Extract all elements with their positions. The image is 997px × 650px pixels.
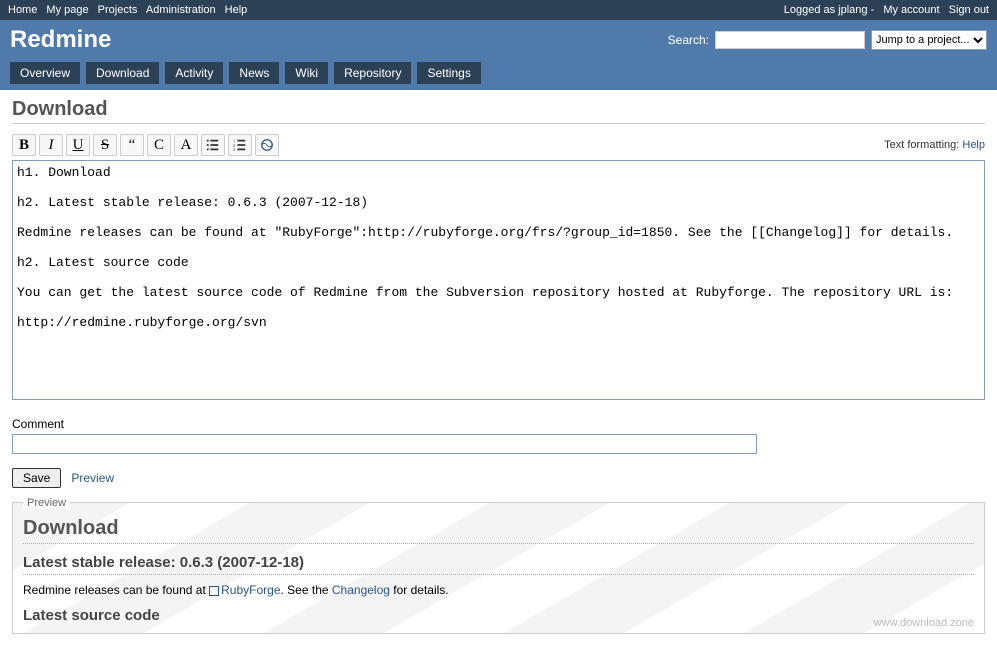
nav-administration[interactable]: Administration	[146, 4, 216, 16]
wiki-editor[interactable]: h1. Download h2. Latest stable release: …	[12, 160, 985, 400]
preview-link[interactable]: Preview	[71, 471, 114, 485]
content: Download B I U S “ C A 123 Text formatti…	[0, 90, 997, 642]
nav-projects[interactable]: Projects	[98, 4, 138, 16]
nav-my-account[interactable]: My account	[883, 4, 939, 16]
rubyforge-link[interactable]: RubyForge	[221, 583, 280, 597]
svg-text:3: 3	[233, 147, 236, 152]
unordered-list-button[interactable]	[201, 134, 225, 156]
page-title: Download	[12, 98, 985, 124]
preview-paragraph: Redmine releases can be found at RubyFor…	[23, 583, 974, 597]
changelog-link[interactable]: Changelog	[332, 583, 390, 597]
tab-download[interactable]: Download	[86, 62, 159, 84]
main-menu: Overview Download Activity News Wiki Rep…	[0, 62, 997, 90]
jump-project-select[interactable]: Jump to a project...	[871, 30, 987, 50]
save-button[interactable]: Save	[12, 468, 61, 488]
editor-toolbar: B I U S “ C A 123	[12, 134, 279, 156]
preview-h1: Download	[23, 517, 974, 544]
preview-legend: Preview	[23, 497, 70, 509]
font-button[interactable]: A	[174, 134, 198, 156]
link-button[interactable]	[255, 134, 279, 156]
preview-box: Preview Download Latest stable release: …	[12, 502, 985, 634]
help-link[interactable]: Help	[962, 139, 985, 151]
italic-button[interactable]: I	[39, 134, 63, 156]
logged-as: Logged as jplang -	[784, 4, 875, 16]
bold-button[interactable]: B	[12, 134, 36, 156]
tab-overview[interactable]: Overview	[10, 62, 80, 84]
nav-help[interactable]: Help	[225, 4, 248, 16]
formatting-label: Text formatting:	[884, 139, 959, 151]
quote-button[interactable]: “	[120, 134, 144, 156]
tab-news[interactable]: News	[229, 62, 279, 84]
external-link-icon	[209, 586, 219, 596]
tab-activity[interactable]: Activity	[165, 62, 223, 84]
tab-repository[interactable]: Repository	[334, 62, 411, 84]
underline-button[interactable]: U	[66, 134, 90, 156]
ordered-list-button[interactable]: 123	[228, 134, 252, 156]
nav-home[interactable]: Home	[8, 4, 37, 16]
search-input[interactable]	[715, 31, 865, 49]
header: Redmine Search: Jump to a project...	[0, 20, 997, 62]
code-button[interactable]: C	[147, 134, 171, 156]
nav-my-page[interactable]: My page	[46, 4, 88, 16]
watermark: www.download.zone	[874, 617, 974, 629]
preview-h2-source: Latest source code	[23, 607, 974, 627]
preview-h2-release: Latest stable release: 0.6.3 (2007-12-18…	[23, 554, 974, 575]
tab-wiki[interactable]: Wiki	[285, 62, 328, 84]
comment-label: Comment	[12, 417, 985, 431]
search-label: Search:	[668, 33, 709, 47]
comment-input[interactable]	[12, 434, 757, 454]
project-title: Redmine	[10, 26, 111, 54]
tab-settings[interactable]: Settings	[417, 62, 480, 84]
top-menu: Home My page Projects Administration Hel…	[0, 0, 997, 20]
strike-button[interactable]: S	[93, 134, 117, 156]
nav-sign-out[interactable]: Sign out	[949, 4, 989, 16]
